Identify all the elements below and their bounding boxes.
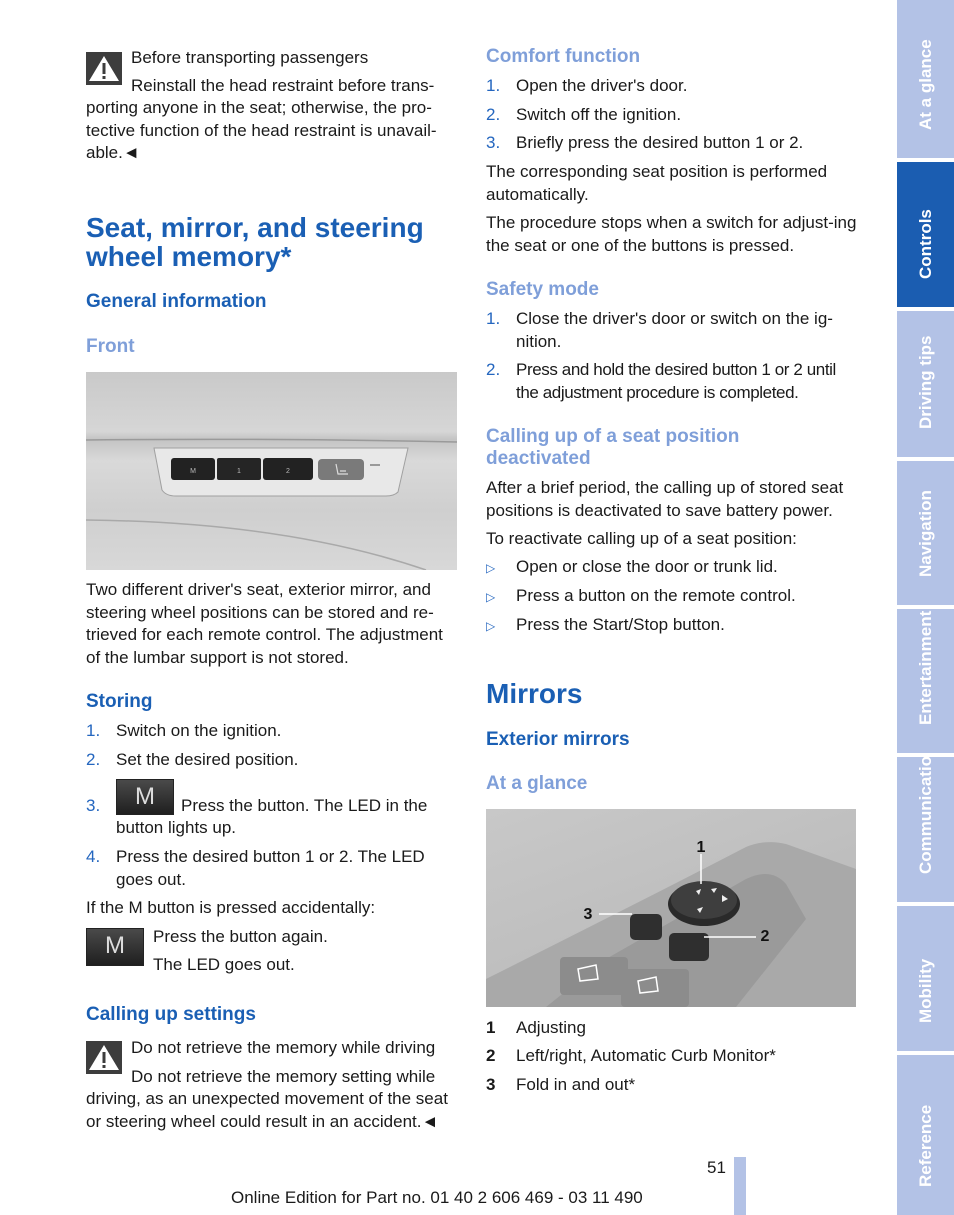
bullet-triangle-icon: ▷ xyxy=(486,619,496,633)
tab-at-a-glance[interactable]: At a glance xyxy=(897,0,954,158)
warning-body-line1: Do not retrieve the memory setting while xyxy=(131,1067,436,1086)
comfort-step-1: 1. Open the driver's door. xyxy=(486,76,688,95)
safety-step-1: 1. Close the driver's door or switch on t… xyxy=(486,309,833,351)
bullet-item: ▷ Press a button on the remote control. xyxy=(486,585,858,609)
intro-paragraph: Two different driver's seat, exterior mi… xyxy=(86,580,443,667)
storing-step-4: 4. Press the desired button 1 or 2. The L… xyxy=(86,847,425,889)
accidental-line-2: The LED goes out. xyxy=(153,955,295,974)
mirror-controls-image: 1 2 3 xyxy=(486,809,856,1007)
tab-reference[interactable]: Reference xyxy=(897,1055,954,1215)
svg-text:M: M xyxy=(190,468,196,475)
edition-text: Online Edition for Part no. 01 40 2 606 … xyxy=(231,1188,643,1207)
svg-text:1: 1 xyxy=(237,468,241,475)
page-number-bar xyxy=(734,1157,746,1215)
legend-item: 1 Adjusting xyxy=(486,1018,586,1037)
page-title: Seat, mirror, and steering wheel memory* xyxy=(86,212,424,272)
mirrors-title: Mirrors xyxy=(486,678,583,709)
at-a-glance-heading: At a glance xyxy=(486,773,588,794)
svg-text:2: 2 xyxy=(286,468,290,475)
deactivated-para-2: To reactivate calling up of a seat posit… xyxy=(486,529,797,548)
m-button-icon: M xyxy=(86,928,144,966)
tab-driving-tips[interactable]: Driving tips xyxy=(897,311,954,457)
tab-communication[interactable]: Communication xyxy=(897,757,954,902)
legend-item: 2 Left/right, Automatic Curb Monitor* xyxy=(486,1046,776,1065)
general-info-heading: General information xyxy=(86,291,267,312)
exterior-mirrors-heading: Exterior mirrors xyxy=(486,729,630,750)
calling-up-heading: Calling up settings xyxy=(86,1004,256,1025)
front-heading: Front xyxy=(86,336,135,357)
tab-controls[interactable]: Controls xyxy=(897,162,954,307)
warning-body: porting anyone in the seat; otherwise, t… xyxy=(86,98,437,162)
callout-2: 2 xyxy=(761,928,770,945)
m-button-icon: M xyxy=(116,779,174,815)
comfort-step-2: 2. Switch off the ignition. xyxy=(486,105,682,124)
safety-heading: Safety mode xyxy=(486,279,599,300)
memory-buttons-image: M 1 2 xyxy=(86,372,457,570)
bullet-item: ▷ Open or close the door or trunk lid. xyxy=(486,556,858,580)
bullet-triangle-icon: ▷ xyxy=(486,561,496,575)
warning-body: driving, as an unexpected movement of th… xyxy=(86,1089,448,1131)
comfort-para-1: The corresponding seat position is perfo… xyxy=(486,162,828,204)
tab-navigation[interactable]: Navigation xyxy=(897,461,954,605)
storing-heading: Storing xyxy=(86,691,153,712)
storing-step-2: 2. Set the desired position. xyxy=(86,750,299,769)
legend-item: 3 Fold in and out* xyxy=(486,1075,636,1094)
callout-3: 3 xyxy=(584,906,593,923)
callout-1: 1 xyxy=(697,839,706,856)
accidental-line-1: Press the button again. xyxy=(153,927,328,946)
comfort-step-3: 3. Briefly press the desired button 1 or … xyxy=(486,133,804,152)
warning-title: Do not retrieve the memory while driving xyxy=(131,1038,436,1057)
deactivated-heading: Calling up of a seat position deactivate… xyxy=(486,426,740,469)
accidental-note: If the M button is pressed accidentally: xyxy=(86,898,376,917)
warning-triangle-icon xyxy=(86,52,122,85)
deactivated-para-1: After a brief period, the calling up of … xyxy=(486,478,844,520)
storing-step-3-text: Press the button. The LED in the xyxy=(181,796,428,815)
tab-mobility[interactable]: Mobility xyxy=(897,906,954,1051)
storing-step-3-text-cont: button lights up. xyxy=(116,818,237,837)
warning-body-line1: Reinstall the head restraint before tran… xyxy=(131,76,435,95)
chapter-sidebar: At a glance Controls Driving tips Naviga… xyxy=(897,0,954,1215)
warning-title: Before transporting passengers xyxy=(131,48,369,67)
comfort-para-2: The procedure stops when a switch for ad… xyxy=(486,213,857,255)
storing-step-1: 1. Switch on the ignition. xyxy=(86,721,282,740)
comfort-heading: Comfort function xyxy=(486,46,641,67)
bullet-item: ▷ Press the Start/Stop button. xyxy=(486,614,858,638)
tab-entertainment[interactable]: Entertainment xyxy=(897,609,954,753)
warning-triangle-icon xyxy=(86,1041,122,1074)
page-number: 51 xyxy=(707,1158,726,1177)
bullet-triangle-icon: ▷ xyxy=(486,590,496,604)
safety-step-2: 2. Press and hold the desired button 1 or… xyxy=(486,360,836,402)
